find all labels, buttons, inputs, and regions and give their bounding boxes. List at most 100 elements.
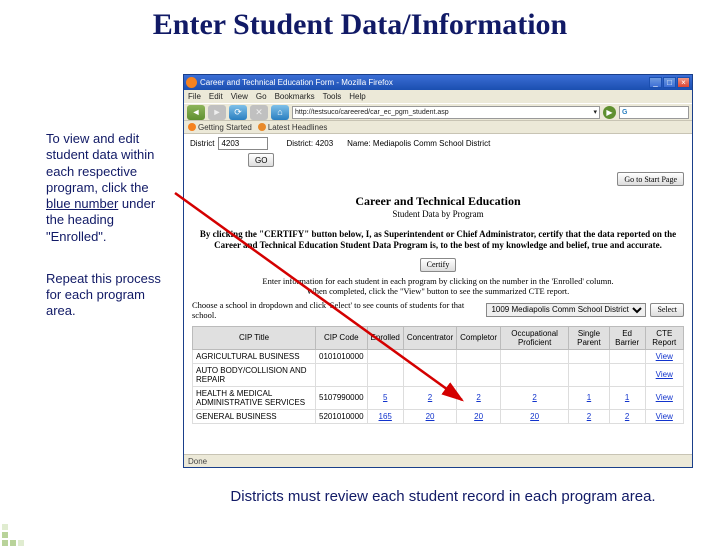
instruction-line-1: Enter information for each student in ea… xyxy=(184,276,692,286)
cell-single-parent xyxy=(569,349,610,363)
cell-report: View xyxy=(645,363,683,386)
slide-corner-decoration xyxy=(0,520,28,548)
nav-back-button[interactable]: ◄ xyxy=(187,105,205,120)
district-number: District: 4203 xyxy=(286,139,333,148)
bookmark-label: Latest Headlines xyxy=(268,123,328,132)
select-button[interactable]: Select xyxy=(650,303,684,317)
cell-completor xyxy=(457,363,501,386)
link[interactable]: 20 xyxy=(530,412,539,421)
window-maximize-button[interactable]: □ xyxy=(663,77,676,88)
view-link[interactable]: View xyxy=(656,393,673,402)
window-close-button[interactable]: × xyxy=(677,77,690,88)
status-text: Done xyxy=(188,457,207,466)
bottom-note: Districts must review each student recor… xyxy=(208,488,678,506)
bookmark-latest-headlines[interactable]: Latest Headlines xyxy=(258,123,328,132)
link[interactable]: 2 xyxy=(587,412,591,421)
district-name: Name: Mediapolis Comm School District xyxy=(347,139,490,148)
menu-help[interactable]: Help xyxy=(349,92,365,101)
search-engine-icon: G xyxy=(622,109,627,116)
view-link[interactable]: View xyxy=(656,412,673,421)
nav-stop-button[interactable]: ✕ xyxy=(250,105,268,120)
nav-forward-button[interactable]: ► xyxy=(208,105,226,120)
cell-occupational: 20 xyxy=(501,409,569,423)
instruction-para-1: To view and edit student data within eac… xyxy=(46,131,175,245)
menu-view[interactable]: View xyxy=(231,92,248,101)
cell-cip-title: HEALTH & MEDICAL ADMINISTRATIVE SERVICES xyxy=(193,386,316,409)
nav-reload-button[interactable]: ⟳ xyxy=(229,105,247,120)
go-page-button[interactable]: GO xyxy=(248,153,274,167)
program-table: CIP Title CIP Code Enrolled Concentrator… xyxy=(192,326,684,424)
enrolled-link[interactable]: 5 xyxy=(383,393,387,402)
page-subheading: Student Data by Program xyxy=(184,209,692,219)
cell-enrolled[interactable]: 165 xyxy=(367,409,403,423)
cell-cip-title: AGRICULTURAL BUSINESS xyxy=(193,349,316,363)
menu-tools[interactable]: Tools xyxy=(323,92,342,101)
cell-enrolled[interactable] xyxy=(367,349,403,363)
nav-toolbar: ◄ ► ⟳ ✕ ⌂ http://testsuco/careered/car_e… xyxy=(184,103,692,121)
table-row: AGRICULTURAL BUSINESS0101010000 View xyxy=(193,349,684,363)
cell-report: View xyxy=(645,349,683,363)
firefox-window: Career and Technical Education Form - Mo… xyxy=(183,74,693,468)
table-row: HEALTH & MEDICAL ADMINISTRATIVE SERVICES… xyxy=(193,386,684,409)
district-input[interactable] xyxy=(218,137,268,150)
text: To view and edit student data within eac… xyxy=(46,131,154,195)
table-row: GENERAL BUSINESS520101000016520202022Vie… xyxy=(193,409,684,423)
bookmarks-bar: Getting Started Latest Headlines xyxy=(184,121,692,134)
link[interactable]: 2 xyxy=(625,412,629,421)
col-ed-barrier: Ed Barrier xyxy=(609,326,645,349)
slide-title: Enter Student Data/Information xyxy=(0,8,720,42)
cell-cip-title: GENERAL BUSINESS xyxy=(193,409,316,423)
col-cip-title: CIP Title xyxy=(193,326,316,349)
cell-single-parent: 2 xyxy=(569,409,610,423)
page-viewport: District District: 4203 Name: Mediapolis… xyxy=(184,134,692,456)
cell-single-parent: 1 xyxy=(569,386,610,409)
link[interactable]: 2 xyxy=(532,393,536,402)
cell-occupational xyxy=(501,363,569,386)
firefox-icon xyxy=(186,77,197,88)
cell-completor: 2 xyxy=(457,386,501,409)
enrolled-link[interactable]: 165 xyxy=(379,412,392,421)
dropdown-icon[interactable]: ▾ xyxy=(593,108,597,116)
menu-file[interactable]: File xyxy=(188,92,201,101)
col-single-parent: Single Parent xyxy=(569,326,610,349)
window-minimize-button[interactable]: _ xyxy=(649,77,662,88)
search-box[interactable]: G xyxy=(619,106,689,119)
cell-ed-barrier: 2 xyxy=(609,409,645,423)
cell-enrolled[interactable]: 5 xyxy=(367,386,403,409)
view-link[interactable]: View xyxy=(656,352,673,361)
col-cte-report: CTE Report xyxy=(645,326,683,349)
instruction-line-2: When completed, click the "View" button … xyxy=(184,286,692,296)
link[interactable]: 2 xyxy=(428,393,432,402)
go-button[interactable]: ▶ xyxy=(603,106,616,119)
link[interactable]: 20 xyxy=(426,412,435,421)
table-header-row: CIP Title CIP Code Enrolled Concentrator… xyxy=(193,326,684,349)
instruction-para-2: Repeat this process for each program are… xyxy=(46,271,175,320)
cell-occupational xyxy=(501,349,569,363)
link[interactable]: 1 xyxy=(625,393,629,402)
link[interactable]: 2 xyxy=(476,393,480,402)
url-text: http://testsuco/careered/car_ec_pgm_stud… xyxy=(295,109,449,116)
cell-ed-barrier xyxy=(609,363,645,386)
text-underline: blue number xyxy=(46,196,118,211)
menu-go[interactable]: Go xyxy=(256,92,267,101)
nav-home-button[interactable]: ⌂ xyxy=(271,105,289,120)
certify-button[interactable]: Certify xyxy=(420,258,457,272)
cell-cip-title: AUTO BODY/COLLISION AND REPAIR xyxy=(193,363,316,386)
cell-cip-code: 0101010000 xyxy=(316,349,368,363)
menu-bar: File Edit View Go Bookmarks Tools Help xyxy=(184,90,692,103)
menu-bookmarks[interactable]: Bookmarks xyxy=(275,92,315,101)
cell-single-parent xyxy=(569,363,610,386)
cell-concentrator xyxy=(403,349,456,363)
view-link[interactable]: View xyxy=(656,370,673,379)
link[interactable]: 1 xyxy=(587,393,591,402)
start-page-button[interactable]: Go to Start Page xyxy=(617,172,684,186)
bookmark-getting-started[interactable]: Getting Started xyxy=(188,123,252,132)
menu-edit[interactable]: Edit xyxy=(209,92,223,101)
col-concentrator: Concentrator xyxy=(403,326,456,349)
school-select[interactable]: 1009 Mediapolis Comm School District xyxy=(486,303,646,317)
address-bar[interactable]: http://testsuco/careered/car_ec_pgm_stud… xyxy=(292,106,600,119)
col-enrolled: Enrolled xyxy=(367,326,403,349)
col-completor: Completor xyxy=(457,326,501,349)
link[interactable]: 20 xyxy=(474,412,483,421)
cell-enrolled[interactable] xyxy=(367,363,403,386)
